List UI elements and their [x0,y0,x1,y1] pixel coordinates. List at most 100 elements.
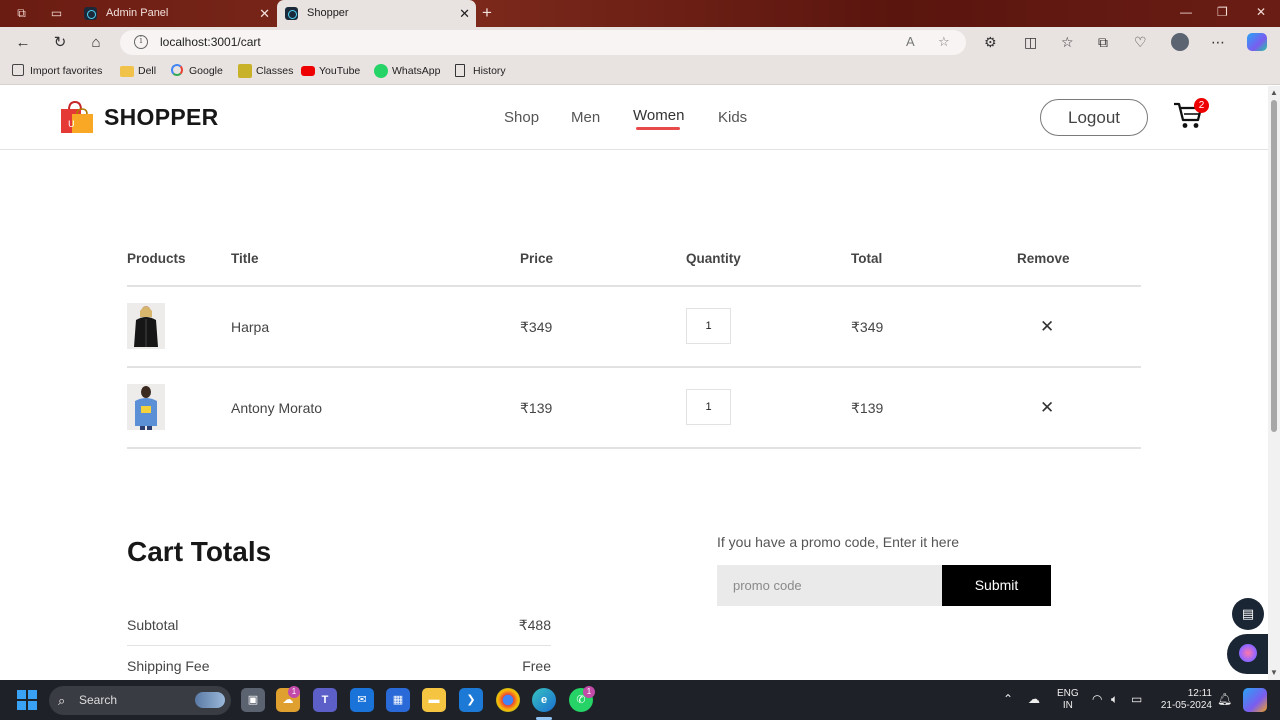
cart-item-total: ₹139 [851,400,884,416]
col-header-price: Price [520,251,554,266]
tab-label: Admin Panel [106,7,169,19]
nav-shop[interactable]: Shop [504,109,539,126]
task-view-icon[interactable]: ▣ [241,688,265,712]
windows-start-icon[interactable] [17,690,37,710]
taskbar-clock[interactable]: 12:11 21-05-2024 [1158,688,1212,712]
workspaces-icon[interactable]: ⧉ [14,6,29,21]
shipping-row: Shipping Fee Free [127,658,551,674]
back-icon[interactable]: ← [13,33,33,53]
bookmark-dell[interactable]: Dell [120,64,156,78]
assistant-sidebar-button[interactable] [1227,634,1268,674]
brain-icon [1239,644,1257,662]
split-screen-icon[interactable]: ◫ [1024,34,1037,50]
read-aloud-icon[interactable]: A [906,34,915,49]
teams-icon[interactable]: T [313,688,337,712]
product-thumbnail[interactable] [127,303,165,349]
bookmark-youtube[interactable]: YouTube [301,64,360,78]
search-highlight-icon [195,692,225,708]
favorites-icon[interactable]: ☆ [1061,34,1074,50]
extensions-icon[interactable]: ⚙ [984,34,997,50]
promo-code-input[interactable] [717,565,942,606]
tab-actions-icon[interactable]: ▭ [49,6,64,21]
chrome-icon[interactable] [496,688,520,712]
page-scrollbar[interactable]: ▲ ▼ [1268,86,1280,680]
react-favicon-icon [84,7,97,20]
bookmark-google[interactable]: Google [171,64,223,78]
bookmarks-bar: Import favorites Dell Google Classes You… [0,58,1280,85]
volume-icon[interactable]: 🔈︎ [1111,692,1118,706]
show-hidden-icons-chevron-icon[interactable]: ⌃ [1003,692,1013,706]
cart-item-title: Harpa [231,319,270,335]
profile-avatar-icon[interactable] [1171,33,1189,51]
language-indicator[interactable]: ENG IN [1057,688,1079,712]
tab-admin-panel[interactable]: Admin Panel ✕ [76,0,276,27]
promo-submit-button[interactable]: Submit [942,565,1051,606]
restore-icon[interactable]: ❐ [1217,5,1228,19]
promo-instruction: If you have a promo code, Enter it here [717,534,960,550]
store-icon[interactable]: ▦ [386,688,410,712]
reader-sidebar-icon[interactable]: ▤ [1232,598,1264,630]
mail-icon[interactable]: ✉ [350,688,374,712]
taskbar-search[interactable]: ⌕ Search [49,686,231,715]
browser-toolbar: ← ↻ ⌂ i localhost:3001/cart A ☆ ⚙ ◫ ☆ ⧉ … [0,27,1280,58]
close-tab-icon[interactable]: ✕ [459,0,470,27]
bookmark-import-favorites[interactable]: Import favorites [12,64,102,78]
new-tab-button[interactable]: + [482,4,492,22]
wifi-icon[interactable]: ◠ [1092,692,1102,706]
tab-shopper[interactable]: Shopper ✕ [277,0,476,27]
nav-kids[interactable]: Kids [718,109,747,126]
window-close-icon[interactable]: ✕ [1256,5,1266,19]
classes-icon [238,64,252,78]
logout-button[interactable]: Logout [1040,99,1148,136]
brand-name[interactable]: SHOPPER [104,104,219,131]
quantity-box[interactable]: 1 [686,308,731,344]
scroll-up-icon[interactable]: ▲ [1270,88,1278,97]
col-header-total: Total [851,251,883,266]
site-navbar: U SHOPPER Shop Men Women Kids Logout 2 [0,86,1268,150]
product-thumbnail[interactable] [127,384,165,430]
notification-bell-icon[interactable]: 🔔︎ [1217,692,1232,706]
widgets-notification-badge: 1 [288,686,300,698]
quantity-box[interactable]: 1 [686,389,731,425]
search-icon: ⌕ [58,693,66,708]
file-explorer-icon[interactable]: ▬ [422,688,446,712]
windows-taskbar: ⌕ Search ▣ ☁ 1 T ✉ ▦ ▬ ❯ e ✆ 1 ⌃ ☁ ENG I… [0,680,1280,720]
edge-icon[interactable]: e [532,688,556,712]
scroll-down-icon[interactable]: ▼ [1270,668,1278,677]
history-page-icon [455,64,465,77]
nav-men[interactable]: Men [571,109,600,126]
performance-icon[interactable]: ♡ [1134,34,1147,50]
browser-title-bar: ⧉ ▭ Admin Panel ✕ Shopper ✕ + — ❐ ✕ [0,0,1280,27]
nav-women[interactable]: Women [633,107,684,124]
bookmark-history[interactable]: History [455,64,506,78]
scrollbar-thumb[interactable] [1271,100,1277,432]
cart-item-total: ₹349 [851,319,884,335]
weather-icon[interactable]: ☁ [1028,692,1040,706]
whatsapp-notification-badge: 1 [583,686,595,698]
home-icon[interactable]: ⌂ [86,33,106,53]
close-tab-icon[interactable]: ✕ [259,0,270,27]
address-bar[interactable]: i localhost:3001/cart A ☆ [120,30,966,55]
bookmark-whatsapp[interactable]: WhatsApp [374,64,440,78]
remove-item-icon[interactable]: ✕ [1040,318,1054,335]
copilot-icon[interactable] [1247,33,1267,51]
bookmark-classes[interactable]: Classes [238,64,293,78]
cart-item-price: ₹139 [520,400,553,416]
taskbar-search-label: Search [79,693,118,707]
site-info-icon[interactable]: i [134,35,148,49]
table-divider [127,285,1141,287]
shopping-bag-logo-icon[interactable]: U [60,100,94,134]
battery-icon[interactable]: ▭ [1131,692,1142,706]
minimize-icon[interactable]: — [1180,5,1192,19]
product-image-jacket [134,306,158,347]
col-header-title: Title [231,251,259,266]
react-favicon-icon [285,7,298,20]
copilot-taskbar-icon[interactable] [1243,688,1267,712]
cart-item-price: ₹349 [520,319,553,335]
reload-icon[interactable]: ↻ [50,33,70,53]
collections-icon[interactable]: ⧉ [1098,34,1108,50]
more-options-icon[interactable]: ⋯ [1211,34,1225,50]
remove-item-icon[interactable]: ✕ [1040,399,1054,416]
vscode-icon[interactable]: ❯ [459,688,483,712]
favorite-star-icon[interactable]: ☆ [938,34,950,50]
